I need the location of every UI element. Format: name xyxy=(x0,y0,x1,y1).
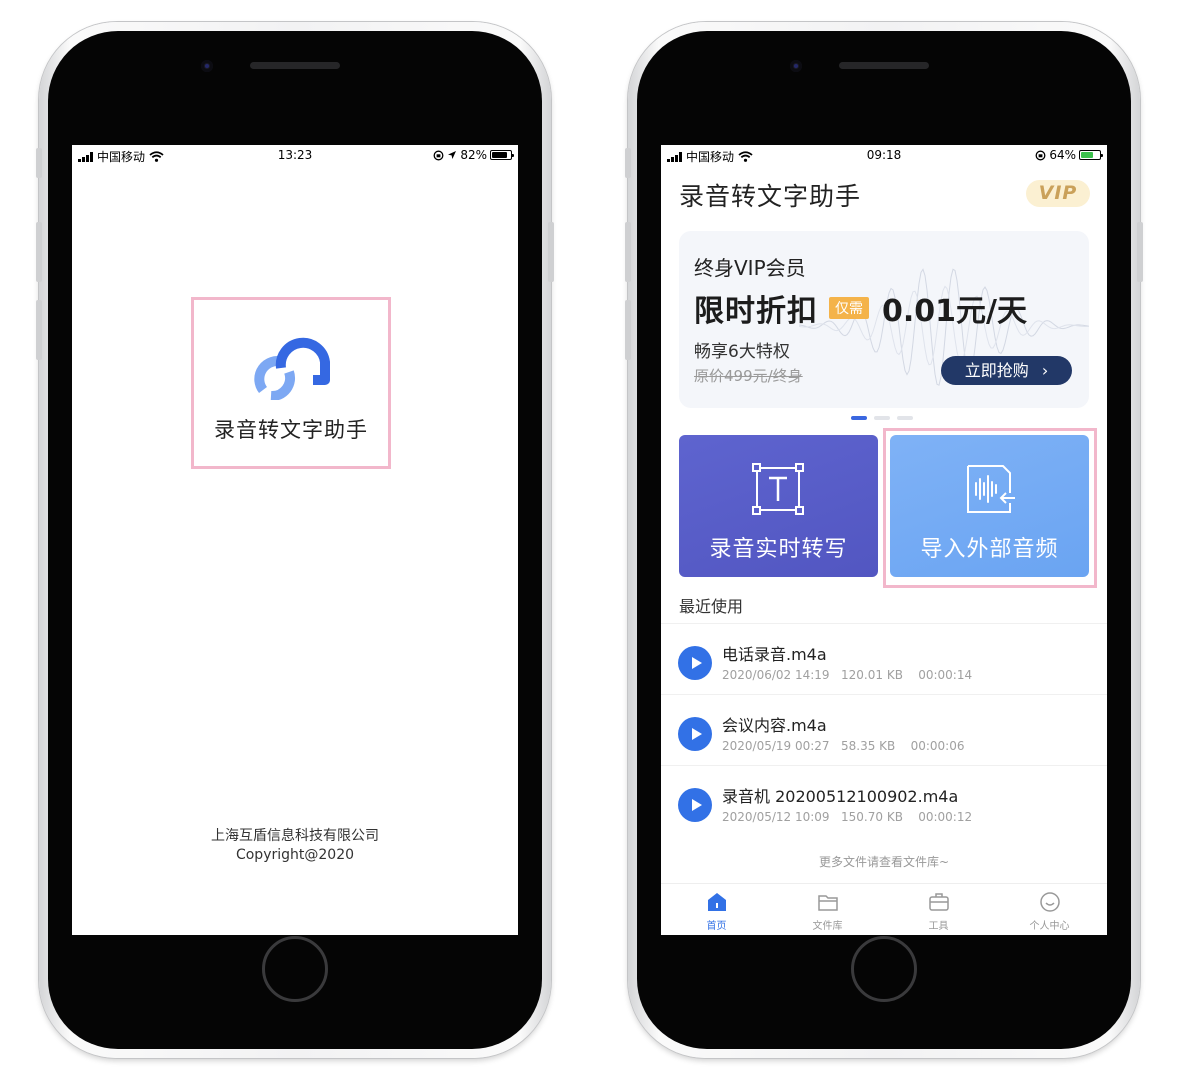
app-name: 录音转文字助手 xyxy=(214,418,368,442)
page-title: 录音转文字助手 xyxy=(679,182,862,211)
battery-percent: 64% xyxy=(1049,148,1076,162)
buy-now-label: 立即抢购 xyxy=(964,361,1029,380)
price-label: 0.01元/天 xyxy=(882,294,1027,329)
company-info: 上海互盾信息科技有限公司 Copyright@2020 xyxy=(72,827,518,865)
realtime-transcribe-card[interactable]: 录音实时转写 xyxy=(679,435,878,577)
status-bar: 中国移动 13:23 82% xyxy=(72,145,518,165)
realtime-card-label: 录音实时转写 xyxy=(709,537,848,562)
tab-files[interactable]: 文件库 xyxy=(772,884,883,935)
file-size: 120.01 KB xyxy=(841,668,903,682)
tab-tools[interactable]: 工具 xyxy=(883,884,994,935)
list-item[interactable]: 会议内容.m4a 2020/05/19 00:27 58.35 KB 00:00… xyxy=(661,694,1107,765)
battery-icon xyxy=(490,150,514,160)
mute-switch xyxy=(36,148,42,178)
company-name: 上海互盾信息科技有限公司 xyxy=(211,828,379,844)
battery-percent: 82% xyxy=(460,148,487,162)
only-tag: 仅需 xyxy=(829,297,869,319)
tab-label: 个人中心 xyxy=(1029,921,1070,932)
file-date: 2020/05/12 10:09 xyxy=(722,810,830,824)
file-size: 150.70 KB xyxy=(841,810,903,824)
earpiece-speaker xyxy=(250,62,340,69)
tab-label: 工具 xyxy=(928,921,949,932)
banner-price-row: 限时折扣 仅需 0.01元/天 xyxy=(694,286,1027,330)
home-screen: 中国移动 09:18 64% 录音转文字助手 VIP 终身VIP会员 限时折扣 … xyxy=(661,145,1107,935)
app-logo-icon xyxy=(254,337,330,400)
carousel-dot[interactable] xyxy=(897,416,913,420)
file-duration: 00:00:12 xyxy=(918,810,973,824)
chevron-right-icon: › xyxy=(1041,361,1049,380)
tab-home[interactable]: 首页 xyxy=(661,884,772,935)
file-size: 58.35 KB xyxy=(841,739,896,753)
recent-section-title: 最近使用 xyxy=(679,597,744,616)
file-meta: 2020/06/02 14:19 120.01 KB 00:00:14 xyxy=(722,668,972,682)
file-duration: 00:00:14 xyxy=(918,668,973,682)
splash-screen: 中国移动 13:23 82% 录音转文字助手 上海互盾信息科技有限公司 Copy… xyxy=(72,145,518,935)
play-icon[interactable] xyxy=(678,717,712,751)
power-button xyxy=(1137,222,1143,282)
power-button xyxy=(548,222,554,282)
text-frame-icon xyxy=(752,463,804,515)
file-duration: 00:00:06 xyxy=(910,739,965,753)
file-date: 2020/06/02 14:19 xyxy=(722,668,830,682)
home-button[interactable] xyxy=(851,936,917,1002)
buy-now-button[interactable]: 立即抢购 › xyxy=(941,356,1072,385)
vip-badge[interactable]: VIP xyxy=(1026,180,1090,207)
home-icon xyxy=(707,893,726,911)
location-arrow-icon xyxy=(448,151,457,159)
volume-up-button xyxy=(36,222,42,282)
front-camera xyxy=(201,60,213,72)
list-item[interactable]: 录音机 20200512100902.m4a 2020/05/12 10:09 … xyxy=(661,765,1107,836)
volume-down-button xyxy=(36,300,42,360)
file-meta: 2020/05/19 00:27 58.35 KB 00:00:06 xyxy=(722,739,964,753)
splash-logo-highlight: 录音转文字助手 xyxy=(191,297,391,469)
battery-charging-icon xyxy=(1079,150,1103,160)
folder-icon xyxy=(817,895,838,911)
status-bar: 中国移动 09:18 64% xyxy=(661,145,1107,165)
smile-icon xyxy=(1039,892,1060,912)
carousel-dot[interactable] xyxy=(851,416,867,420)
tab-profile[interactable]: 个人中心 xyxy=(994,884,1105,935)
volume-down-button xyxy=(625,300,631,360)
rotation-lock-icon xyxy=(1035,150,1046,160)
mute-switch xyxy=(625,148,631,178)
tab-label: 首页 xyxy=(706,921,727,932)
play-icon[interactable] xyxy=(678,646,712,680)
carousel-dot[interactable] xyxy=(874,416,890,420)
play-icon[interactable] xyxy=(678,788,712,822)
banner-title: 终身VIP会员 xyxy=(694,256,806,280)
original-price: 原价499元/终身 xyxy=(694,367,803,385)
file-meta: 2020/05/12 10:09 150.70 KB 00:00:12 xyxy=(722,810,972,824)
more-files-link[interactable]: 更多文件请查看文件库~ xyxy=(661,853,1107,870)
earpiece-speaker xyxy=(839,62,929,69)
home-button[interactable] xyxy=(262,936,328,1002)
tab-bar: 首页 文件库 工具 个人中心 xyxy=(661,883,1107,935)
volume-up-button xyxy=(625,222,631,282)
carousel-indicator xyxy=(851,416,913,420)
rotation-lock-icon xyxy=(433,150,444,160)
front-camera xyxy=(790,60,802,72)
vip-promo-banner[interactable]: 终身VIP会员 限时折扣 仅需 0.01元/天 畅享6大特权 原价499元/终身… xyxy=(679,231,1089,408)
toolbox-icon xyxy=(928,893,949,911)
list-item[interactable]: 电话录音.m4a 2020/06/02 14:19 120.01 KB 00:0… xyxy=(661,623,1107,694)
file-name: 会议内容.m4a xyxy=(722,716,827,735)
file-date: 2020/05/19 00:27 xyxy=(722,739,830,753)
copyright-text: Copyright@2020 xyxy=(235,847,355,863)
discount-label: 限时折扣 xyxy=(694,294,818,329)
file-name: 录音机 20200512100902.m4a xyxy=(722,787,959,806)
import-card-highlight xyxy=(883,428,1097,588)
tab-label: 文件库 xyxy=(812,921,843,932)
banner-subtitle: 畅享6大特权 xyxy=(694,342,790,362)
file-name: 电话录音.m4a xyxy=(722,645,827,664)
